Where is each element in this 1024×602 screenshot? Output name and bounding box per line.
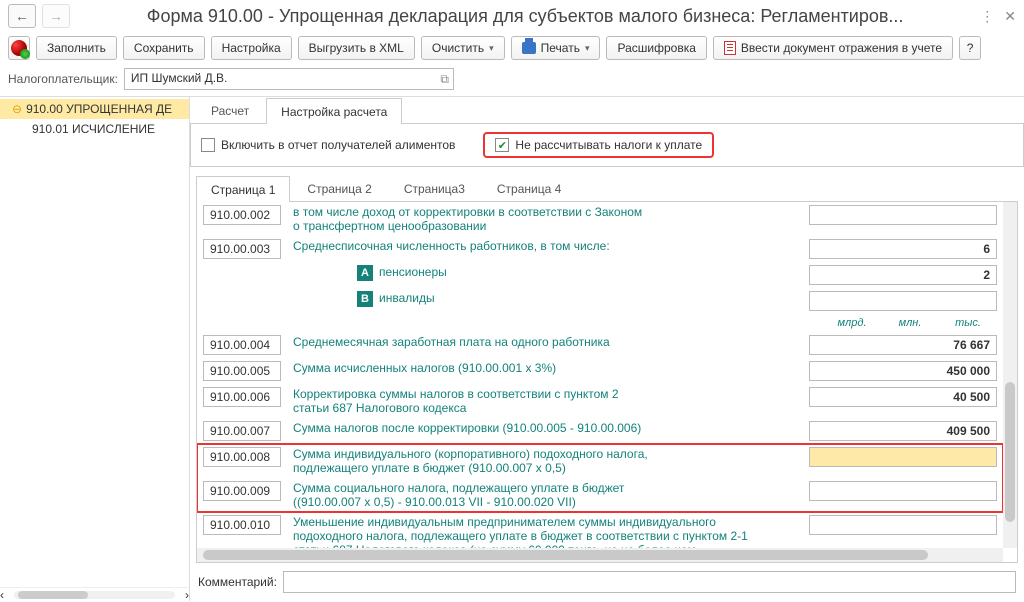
code-910-00-009[interactable]: 910.00.009 — [203, 481, 281, 501]
value-910-00-004[interactable]: 76 667 — [809, 335, 997, 355]
badge-b-icon: B — [357, 291, 373, 307]
badge-a-icon: A — [357, 265, 373, 281]
checkbox-checked-icon — [495, 138, 509, 152]
export-xml-button[interactable]: Выгрузить в XML — [298, 36, 415, 60]
checkbox-no-tax-label: Не рассчитывать налоги к уплате — [515, 138, 702, 152]
calc-settings-bar: Включить в отчет получателей алиментов Н… — [190, 124, 1024, 167]
open-reference-icon[interactable]: ⧉ — [440, 72, 449, 87]
code-910-00-002[interactable]: 910.00.002 — [203, 205, 281, 225]
main-toolbar: Заполнить Сохранить Настройка Выгрузить … — [0, 32, 1024, 66]
taxpayer-input[interactable]: ИП Шумский Д.В. ⧉ — [124, 68, 454, 90]
help-button[interactable]: ? — [959, 36, 981, 60]
value-910-00-002[interactable] — [809, 205, 997, 225]
comment-row: Комментарий: — [190, 567, 1024, 601]
checkbox-icon — [201, 138, 215, 152]
sidebar-item-910-00[interactable]: ⊖910.00 УПРОЩЕННАЯ ДЕ — [0, 99, 189, 119]
code-910-00-004[interactable]: 910.00.004 — [203, 335, 281, 355]
sidebar-hscroll[interactable]: ‹› — [0, 587, 189, 601]
report-area: 910.00.002 в том числе доход от корректи… — [196, 202, 1018, 563]
row-008: 910.00.008 Сумма индивидуального (корпор… — [197, 444, 1003, 512]
value-910-00-007[interactable]: 409 500 — [809, 421, 997, 441]
code-910-00-005[interactable]: 910.00.005 — [203, 361, 281, 381]
enter-document-button[interactable]: Ввести документ отражения в учете — [713, 36, 953, 60]
close-icon[interactable]: ✕ — [1004, 8, 1016, 25]
row-003: 910.00.003 Среднесписочная численность р… — [197, 236, 1003, 262]
horizontal-scrollbar[interactable] — [197, 548, 1003, 562]
checkbox-no-tax[interactable]: Не рассчитывать налоги к уплате — [495, 138, 702, 152]
row-006: 910.00.006 Корректировка суммы налогов в… — [197, 384, 1003, 418]
sidebar-item-910-01[interactable]: 910.01 ИСЧИСЛЕНИЕ — [0, 119, 189, 139]
code-910-00-003[interactable]: 910.00.003 — [203, 239, 281, 259]
sidebar: ⊖910.00 УПРОЩЕННАЯ ДЕ 910.01 ИСЧИСЛЕНИЕ … — [0, 97, 190, 601]
row-004: 910.00.004 Среднемесячная заработная пла… — [197, 332, 1003, 358]
code-910-00-010[interactable]: 910.00.010 — [203, 515, 281, 535]
main-tabs: Расчет Настройка расчета — [190, 97, 1024, 124]
code-910-00-006[interactable]: 910.00.006 — [203, 387, 281, 407]
checkbox-aliments[interactable]: Включить в отчет получателей алиментов — [201, 138, 455, 152]
report-table: 910.00.002 в том числе доход от корректи… — [197, 202, 1003, 548]
code-910-00-007[interactable]: 910.00.007 — [203, 421, 281, 441]
palette-icon — [11, 40, 27, 56]
value-910-00-003[interactable]: 6 — [809, 239, 997, 259]
forward-button[interactable]: → — [42, 4, 70, 28]
row-010: 910.00.010 Уменьшение индивидуальным пре… — [197, 512, 1003, 548]
back-button[interactable]: ← — [8, 4, 36, 28]
tab-calc-settings[interactable]: Настройка расчета — [266, 98, 402, 124]
value-910-00-010[interactable] — [809, 515, 997, 535]
print-button[interactable]: Печать▾ — [511, 36, 601, 60]
tab-calc[interactable]: Расчет — [196, 97, 264, 123]
value-910-00-003b[interactable] — [809, 291, 997, 311]
minus-icon: ⊖ — [12, 102, 22, 116]
fill-button[interactable]: Заполнить — [36, 36, 117, 60]
row-005: 910.00.005 Сумма исчисленных налогов (91… — [197, 358, 1003, 384]
document-icon — [724, 41, 736, 55]
comment-label: Комментарий: — [198, 575, 277, 589]
value-910-00-009[interactable] — [809, 481, 997, 501]
code-910-00-008[interactable]: 910.00.008 — [203, 447, 281, 467]
highlight-no-tax: Не рассчитывать налоги к уплате — [483, 132, 714, 158]
value-910-00-005[interactable]: 450 000 — [809, 361, 997, 381]
row-003-a: Aпенсионеры 2 — [197, 262, 1003, 288]
kebab-icon[interactable]: ⋮ — [980, 8, 994, 25]
taxpayer-label: Налогоплательщик: — [8, 72, 118, 86]
tab-page-4[interactable]: Страница 4 — [482, 175, 576, 201]
page-tabs: Страница 1 Страница 2 Страница3 Страница… — [196, 175, 1018, 202]
value-910-00-003a[interactable]: 2 — [809, 265, 997, 285]
tab-page-1[interactable]: Страница 1 — [196, 176, 290, 202]
vertical-scrollbar[interactable] — [1003, 202, 1017, 548]
palette-button[interactable] — [8, 36, 30, 60]
titlebar: ← → Форма 910.00 - Упрощенная декларация… — [0, 0, 1024, 32]
comment-input[interactable] — [283, 571, 1016, 593]
printer-icon — [522, 42, 536, 54]
clear-button[interactable]: Очистить▾ — [421, 36, 505, 60]
highlight-rows-008-009: 910.00.008 Сумма индивидуального (корпор… — [197, 444, 1003, 512]
decode-button[interactable]: Расшифровка — [606, 36, 706, 60]
row-002: 910.00.002 в том числе доход от корректи… — [197, 202, 1003, 236]
taxpayer-value: ИП Шумский Д.В. — [131, 71, 228, 85]
row-007: 910.00.007 Сумма налогов после корректир… — [197, 418, 1003, 444]
settings-button[interactable]: Настройка — [211, 36, 292, 60]
value-910-00-008[interactable] — [809, 447, 997, 467]
taxpayer-row: Налогоплательщик: ИП Шумский Д.В. ⧉ — [0, 66, 1024, 96]
window-title: Форма 910.00 - Упрощенная декларация для… — [76, 6, 974, 27]
tab-page-3[interactable]: Страница3 — [389, 175, 480, 201]
row-003-b: Bинвалиды — [197, 288, 1003, 314]
value-910-00-006[interactable]: 40 500 — [809, 387, 997, 407]
tab-page-2[interactable]: Страница 2 — [292, 175, 386, 201]
row-units: млрд.млн.тыс. — [197, 314, 1003, 332]
checkbox-aliments-label: Включить в отчет получателей алиментов — [221, 138, 455, 152]
save-button[interactable]: Сохранить — [123, 36, 205, 60]
